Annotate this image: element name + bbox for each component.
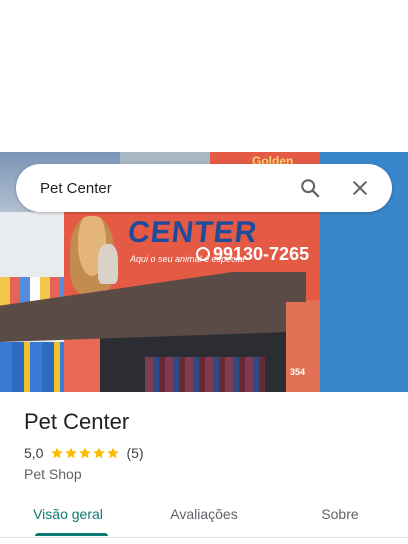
close-icon bbox=[353, 181, 367, 195]
place-title: Pet Center bbox=[24, 409, 130, 434]
photo-shop-goods bbox=[145, 357, 265, 392]
rating-value: 5,0 bbox=[24, 445, 44, 461]
search-bar[interactable]: Pet Center bbox=[16, 164, 392, 212]
search-button[interactable] bbox=[292, 170, 328, 206]
tab-overview[interactable]: Visão geral bbox=[0, 494, 136, 538]
rating-stars bbox=[50, 446, 120, 460]
star-icon bbox=[51, 447, 64, 459]
tabs-divider bbox=[0, 537, 408, 538]
tab-about[interactable]: Sobre bbox=[272, 494, 408, 538]
whatsapp-icon bbox=[196, 247, 210, 261]
place-info: Pet Center 5,0 (5) Pet Shop bbox=[24, 408, 384, 482]
place-tabs: Visão geral Avaliações Sobre bbox=[0, 494, 408, 538]
place-category[interactable]: Pet Shop bbox=[24, 466, 384, 482]
star-icon bbox=[93, 447, 106, 459]
photo-sign-phone-text: 99130-7265 bbox=[213, 244, 310, 264]
photo-cat bbox=[98, 244, 118, 284]
photo-pillar-number: 354 bbox=[290, 367, 306, 377]
star-icon bbox=[65, 447, 78, 459]
search-icon bbox=[301, 179, 320, 198]
rating-row[interactable]: 5,0 (5) bbox=[24, 444, 384, 462]
star-icon bbox=[107, 447, 120, 459]
place-page: Golden CENTER Aqui o seu animal é especi… bbox=[0, 0, 408, 544]
star-icon bbox=[79, 447, 92, 459]
search-input[interactable]: Pet Center bbox=[40, 180, 292, 197]
photo-blue-wall bbox=[0, 342, 70, 392]
photo-sign-phone: 99130-7265 bbox=[196, 244, 309, 265]
clear-search-button[interactable] bbox=[342, 170, 378, 206]
photo-pillar bbox=[286, 302, 320, 392]
review-count: (5) bbox=[126, 445, 144, 461]
tab-reviews[interactable]: Avaliações bbox=[136, 494, 272, 538]
